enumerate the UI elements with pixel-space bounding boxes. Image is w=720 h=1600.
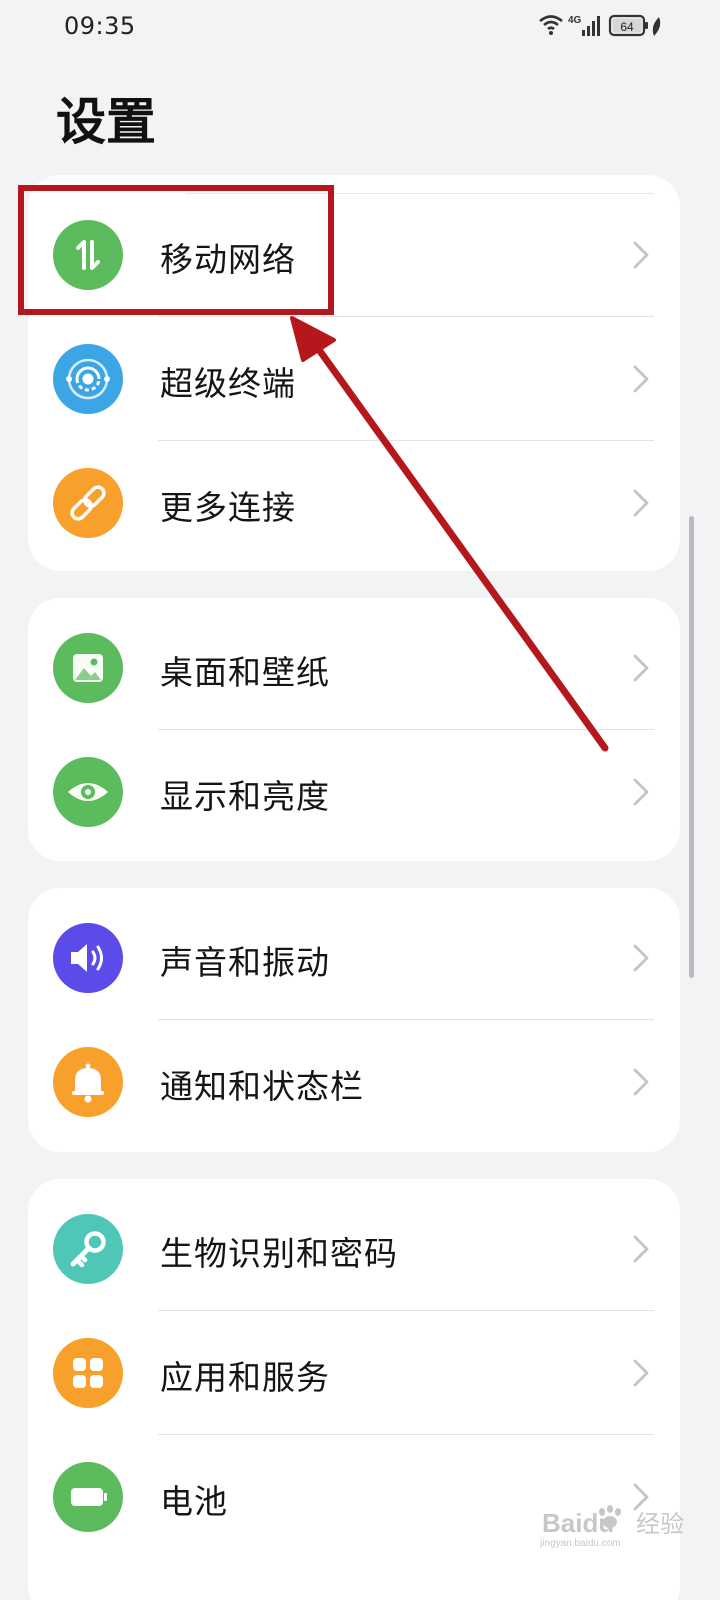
watermark-url: jingyan.baidu.com bbox=[540, 1538, 621, 1548]
settings-item-label: 显示和亮度 bbox=[160, 777, 330, 816]
bell-icon bbox=[53, 1047, 123, 1117]
apps-grid-icon bbox=[53, 1338, 123, 1408]
settings-item-super-device[interactable]: 超级终端 bbox=[28, 317, 680, 441]
settings-item-display-brightness[interactable]: 显示和亮度 bbox=[28, 730, 680, 854]
settings-item-biometrics-password[interactable]: 生物识别和密码 bbox=[28, 1187, 680, 1311]
settings-item-label: 通知和状态栏 bbox=[160, 1067, 364, 1106]
cellular-signal-icon bbox=[582, 16, 600, 36]
page-title: 设置 bbox=[56, 93, 156, 151]
chevron-right-icon bbox=[630, 487, 652, 519]
speaker-icon bbox=[53, 923, 123, 993]
chevron-right-icon bbox=[630, 942, 652, 974]
settings-item-notifications-status-bar[interactable]: 通知和状态栏 bbox=[28, 1020, 680, 1144]
chevron-right-icon bbox=[630, 363, 652, 395]
chevron-right-icon bbox=[630, 239, 652, 271]
super-device-icon bbox=[53, 344, 123, 414]
status-icons: 4G 64 bbox=[539, 14, 661, 37]
status-time: 09:35 bbox=[64, 12, 136, 40]
settings-item-label: 电池 bbox=[160, 1482, 228, 1521]
annotation-highlight-box bbox=[18, 185, 334, 315]
status-bar: 09:35 4G 64 bbox=[0, 0, 720, 56]
chevron-right-icon bbox=[630, 652, 652, 684]
settings-item-label: 更多连接 bbox=[160, 488, 296, 527]
watermark-brand-cn: 经验 bbox=[636, 1510, 684, 1538]
scrollbar[interactable] bbox=[689, 516, 694, 978]
settings-item-label: 声音和振动 bbox=[160, 943, 330, 982]
settings-item-label: 桌面和壁纸 bbox=[160, 653, 330, 692]
eye-icon bbox=[53, 757, 123, 827]
settings-group-display: 桌面和壁纸 显示和亮度 bbox=[28, 598, 680, 861]
link-icon bbox=[53, 468, 123, 538]
settings-item-label: 超级终端 bbox=[160, 364, 296, 403]
battery-icon: 64 bbox=[608, 14, 648, 37]
chevron-right-icon bbox=[630, 776, 652, 808]
chevron-right-icon bbox=[630, 1357, 652, 1389]
settings-item-wallpaper[interactable]: 桌面和壁纸 bbox=[28, 606, 680, 730]
settings-group-sound-notifications: 声音和振动 通知和状态栏 bbox=[28, 888, 680, 1152]
network-type-label: 4G bbox=[568, 15, 582, 26]
settings-item-apps-services[interactable]: 应用和服务 bbox=[28, 1311, 680, 1435]
settings-item-label: 生物识别和密码 bbox=[160, 1234, 398, 1273]
chevron-right-icon bbox=[630, 1066, 652, 1098]
chevron-right-icon bbox=[630, 1233, 652, 1265]
key-icon bbox=[53, 1214, 123, 1284]
wallpaper-icon bbox=[53, 633, 123, 703]
watermark-brand: Baidu bbox=[542, 1508, 614, 1538]
battery-level-label: 64 bbox=[620, 20, 634, 34]
settings-item-sound-vibration[interactable]: 声音和振动 bbox=[28, 896, 680, 1020]
settings-item-more-connections[interactable]: 更多连接 bbox=[28, 441, 680, 565]
battery-icon bbox=[53, 1462, 123, 1532]
eco-leaf-icon bbox=[652, 17, 661, 36]
baidu-jingyan-watermark: Baidu 经验 jingyan.baidu.com bbox=[540, 1505, 684, 1548]
settings-item-label: 应用和服务 bbox=[160, 1358, 330, 1397]
wifi-icon bbox=[539, 15, 563, 35]
